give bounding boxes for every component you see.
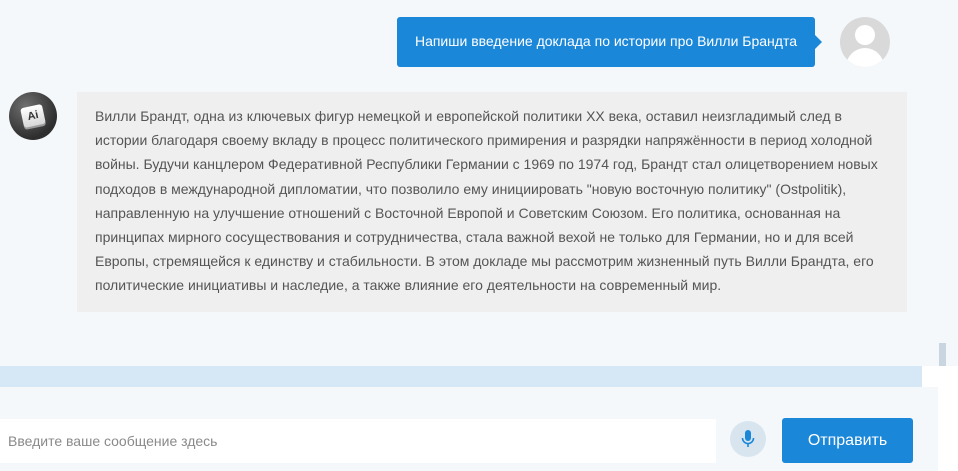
- chat-area: Напиши введение доклада по истории про В…: [0, 0, 938, 366]
- user-avatar: [840, 17, 890, 67]
- microphone-icon: [741, 430, 755, 447]
- user-message-bubble: Напиши введение доклада по истории про В…: [396, 17, 823, 67]
- right-edge-strip: [938, 387, 958, 471]
- user-avatar-shoulders: [846, 48, 884, 67]
- send-button[interactable]: Отправить: [782, 418, 913, 463]
- message-composer: Отправить: [0, 387, 958, 471]
- ai-key-icon: Ai: [20, 103, 46, 129]
- microphone-button[interactable]: [730, 421, 766, 457]
- user-message-row: Напиши введение доклада по истории про В…: [396, 17, 890, 67]
- message-input[interactable]: [0, 419, 716, 463]
- user-avatar-head: [855, 25, 875, 45]
- divider-end: [922, 366, 958, 387]
- composer-divider: [0, 366, 922, 387]
- chat-scrollbar[interactable]: [938, 0, 948, 366]
- ai-message-bubble: Вилли Брандт, одна из ключевых фигур нем…: [77, 92, 907, 312]
- scrollbar-thumb[interactable]: [939, 343, 946, 366]
- ai-avatar: Ai: [9, 92, 57, 140]
